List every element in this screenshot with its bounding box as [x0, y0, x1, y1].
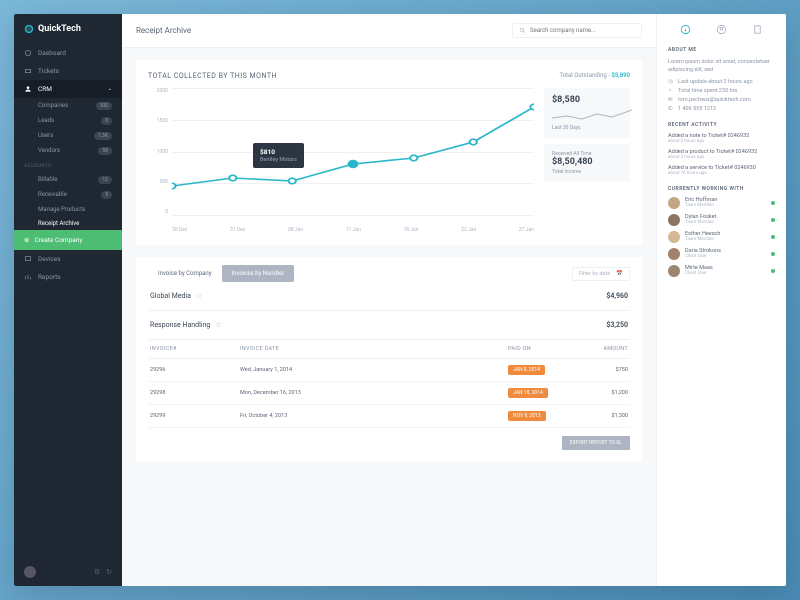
- main: Receipt Archive TOTAL COLLECTED BY THIS …: [122, 14, 656, 586]
- sidebar-sub-receivable[interactable]: Receivable5: [14, 187, 122, 202]
- person-item[interactable]: Dylan FosketTeam Member: [668, 214, 775, 226]
- dashboard-icon: [24, 49, 32, 57]
- chart-y-axis: 2000150010005000: [148, 88, 168, 215]
- phone-icon: ✆: [668, 106, 674, 112]
- group-response-handling[interactable]: Response Handling☆ $3,250: [148, 311, 630, 340]
- search-input[interactable]: [530, 27, 635, 34]
- search-box[interactable]: [512, 23, 642, 38]
- devices-icon: [24, 255, 32, 263]
- sidebar-sub-manage-products[interactable]: Manage Products: [14, 202, 122, 216]
- chart-title: TOTAL COLLECTED BY THIS MONTH: [148, 72, 277, 80]
- activity-item[interactable]: Added a service to Ticket# 0246930about …: [668, 165, 775, 176]
- sidebar-item-tickets[interactable]: Tickets: [14, 62, 122, 80]
- sidebar-footer: ⚙↻: [14, 558, 122, 586]
- users-icon: [24, 85, 32, 93]
- sidebar-sub-receipt-archive[interactable]: Receipt Archive: [14, 216, 122, 230]
- activity-item[interactable]: Added a product to Ticket# 0246932about …: [668, 149, 775, 160]
- person-item[interactable]: Mirte MaasClient User: [668, 265, 775, 277]
- accounts-group-label: ACCOUNTS: [14, 158, 122, 172]
- sidebar-sub-users[interactable]: Users1.3K: [14, 128, 122, 143]
- refresh-icon[interactable]: ↻: [106, 568, 112, 576]
- reports-icon: [24, 273, 32, 281]
- topbar: Receipt Archive: [122, 14, 656, 48]
- invoice-tabs: Invoice by Company Invoices by Number Fi…: [148, 265, 630, 282]
- about-head: ABOUT ME: [668, 47, 775, 53]
- pin-icon: ☆: [196, 292, 202, 300]
- working-head: CURRENTLY WORKING WITH: [668, 186, 775, 192]
- filter-button[interactable]: Filter by date📅: [572, 267, 630, 281]
- clock-icon: ◷: [668, 79, 674, 85]
- outstanding-label: Total Outstanding - $5,890: [559, 72, 630, 79]
- sidebar-item-crm[interactable]: CRM⌄: [14, 80, 122, 98]
- sidebar-sub-leads[interactable]: Leads8: [14, 113, 122, 128]
- tab-invoices-by-number[interactable]: Invoices by Number: [222, 265, 295, 282]
- chart-x-axis: 30 Dec31 Dec08 Jan11 Jan18 Jan22 Jan27 J…: [172, 227, 534, 233]
- table-header: INVOICE# INVOICE DATE PAID ON AMOUNT: [148, 340, 630, 359]
- ticket-icon: [24, 67, 32, 75]
- about-text: Lorem ipsum dolor sit amet, consectetuer…: [668, 58, 775, 75]
- files-icon[interactable]: [752, 24, 763, 35]
- sidebar-sub-billable[interactable]: Billable12: [14, 172, 122, 187]
- activity-item[interactable]: Added a note to Ticket# 0246932about 2 h…: [668, 133, 775, 144]
- stat-last-30: $8,580 Last 30 Days: [544, 88, 630, 138]
- invoice-card: Invoice by Company Invoices by Number Fi…: [136, 257, 642, 462]
- sidebar: QuickTech Dasboard Tickets CRM⌄ Companie…: [14, 14, 122, 586]
- chart-side-stats: $8,580 Last 30 Days Received All Time $8…: [544, 88, 630, 233]
- group-global-media[interactable]: Global Media☆ $4,960: [148, 282, 630, 311]
- info-icon[interactable]: [680, 24, 691, 35]
- meta-email: ✉tom.pecheux@quicktech.com: [668, 97, 775, 103]
- content: TOTAL COLLECTED BY THIS MONTH Total Outs…: [122, 48, 656, 586]
- mail-icon: ✉: [668, 97, 674, 103]
- pin-icon: ☆: [215, 321, 221, 329]
- person-item[interactable]: Eric HoffmanTeam Member: [668, 197, 775, 209]
- sidebar-item-devices[interactable]: Devices: [14, 250, 122, 268]
- search-icon: [519, 27, 526, 34]
- avatar[interactable]: [24, 566, 36, 578]
- person-item[interactable]: Daria StrokonsClient User: [668, 248, 775, 260]
- sidebar-item-dashboard[interactable]: Dasboard: [14, 44, 122, 62]
- settings-icon[interactable]: ⚙: [94, 568, 100, 576]
- calendar-icon: 📅: [616, 271, 623, 277]
- chart-area[interactable]: 2000150010005000: [148, 88, 534, 233]
- stat-all-time: Received All Time $8,50,480 Total Income: [544, 144, 630, 182]
- tab-invoice-by-company[interactable]: Invoice by Company: [148, 265, 222, 282]
- plus-icon: ⊕: [24, 236, 29, 244]
- logo: QuickTech: [14, 14, 122, 44]
- sidebar-item-reports[interactable]: Reports: [14, 268, 122, 286]
- meta-updated: ◷Last update about 2 hours ago: [668, 79, 775, 85]
- sidebar-sub-companies[interactable]: Companies300: [14, 98, 122, 113]
- sidebar-sub-vendors[interactable]: Vendors58: [14, 143, 122, 158]
- meta-phone: ✆1 406 555 1212: [668, 106, 775, 112]
- page-title: Receipt Archive: [136, 26, 191, 35]
- meta-time: ◔Total time spent 230 hrs: [668, 88, 775, 94]
- table-row[interactable]: 29296 Wed, January 1, 2014 JAN 8, 2014 $…: [148, 359, 630, 382]
- activity-head: RECENT ACTIVITY: [668, 122, 775, 128]
- table-row[interactable]: 29298 Mon, December 16, 2013 JAN 18, 201…: [148, 382, 630, 405]
- create-company-button[interactable]: ⊕Create Company: [14, 230, 122, 250]
- table-row[interactable]: 29299 Fri, October 4, 2013 NOV 8, 2013 $…: [148, 405, 630, 428]
- person-item[interactable]: Esther HeeschTeam Member: [668, 231, 775, 243]
- chart-card: TOTAL COLLECTED BY THIS MONTH Total Outs…: [136, 60, 642, 245]
- chevron-down-icon: ⌄: [108, 86, 112, 92]
- export-button[interactable]: EXPORT REPORT TO XL: [562, 436, 630, 450]
- timer-icon: ◔: [668, 88, 674, 94]
- chart-tooltip: $810 Bentley Motors: [253, 143, 304, 168]
- profile-icon[interactable]: [716, 24, 727, 35]
- right-panel: ABOUT ME Lorem ipsum dolor sit amet, con…: [656, 14, 786, 586]
